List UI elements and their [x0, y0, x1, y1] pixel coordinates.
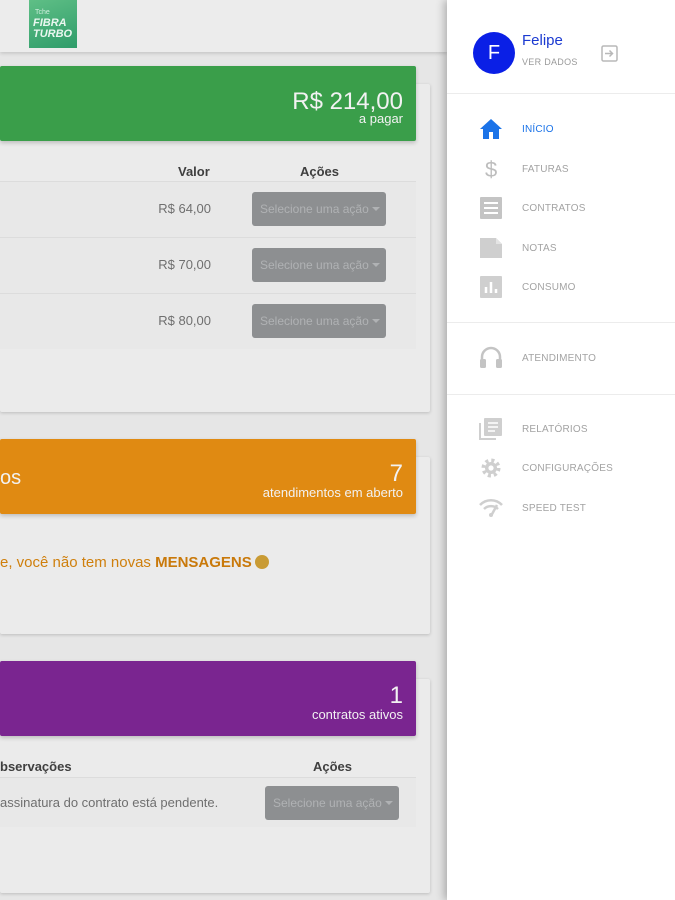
- nav-label: NOTAS: [522, 243, 557, 254]
- contratos-card: 1 contratos ativos bservações Ações assi…: [0, 661, 430, 893]
- logo-text-line3: TURBO: [33, 28, 73, 40]
- nav-label: RELATÓRIOS: [522, 424, 588, 435]
- note-icon: [480, 238, 502, 258]
- contratos-card-header: 1 contratos ativos: [0, 661, 416, 736]
- nav-item-atendimento[interactable]: ATENDIMENTO: [447, 340, 675, 376]
- nav-item-notas[interactable]: NOTAS: [447, 230, 675, 266]
- chevron-down-icon: [385, 801, 393, 805]
- faturas-amount-label: a pagar: [358, 111, 403, 126]
- reports-icon: [479, 418, 502, 440]
- drawer-divider: [447, 93, 675, 94]
- nav-label: INÍCIO: [522, 124, 554, 135]
- action-select[interactable]: Selecione uma ação: [252, 304, 386, 338]
- chevron-down-icon: [372, 319, 380, 323]
- atendimentos-card: os 7 atendimentos em aberto e, você não …: [0, 439, 430, 634]
- nav-label: CONFIGURAÇÕES: [522, 463, 613, 474]
- row-observacao: assinatura do contrato está pendente.: [0, 795, 219, 810]
- faturas-card-header: R$ 214,00 a pagar: [0, 66, 416, 141]
- svg-text:$: $: [485, 157, 497, 181]
- nav-item-relatorios[interactable]: RELATÓRIOS: [447, 411, 675, 447]
- action-select-label: Selecione uma ação: [260, 202, 369, 216]
- chevron-down-icon: [372, 263, 380, 267]
- atendimentos-card-header: os 7 atendimentos em aberto: [0, 439, 416, 514]
- nav-item-speed-test[interactable]: SPEED TEST: [447, 490, 675, 526]
- drawer-divider: [447, 322, 675, 323]
- wifi-speed-icon: [479, 498, 503, 517]
- chevron-down-icon: [372, 207, 380, 211]
- nav-label: CONSUMO: [522, 282, 576, 293]
- dollar-icon: $: [485, 157, 497, 181]
- nav-item-contratos[interactable]: CONTRATOS: [447, 190, 675, 226]
- chart-icon: [480, 276, 502, 298]
- drawer-divider: [447, 394, 675, 395]
- action-select[interactable]: Selecione uma ação: [265, 786, 399, 820]
- document-list-icon: [480, 197, 502, 219]
- table-row: assinatura do contrato está pendente. Se…: [0, 777, 416, 827]
- table-row: R$ 64,00 Selecione uma ação: [0, 181, 416, 237]
- column-header-valor: Valor: [178, 164, 210, 179]
- headset-icon: [480, 346, 502, 368]
- action-select[interactable]: Selecione uma ação: [252, 192, 386, 226]
- brand-logo[interactable]: Tche FIBRA TURBO: [29, 0, 77, 48]
- avatar[interactable]: F: [473, 32, 515, 74]
- user-name[interactable]: Felipe: [522, 32, 563, 49]
- atendimentos-title: os: [0, 467, 22, 489]
- view-profile-link[interactable]: VER DADOS: [522, 57, 578, 67]
- nav-label: SPEED TEST: [522, 503, 587, 514]
- row-valor: R$ 64,00: [158, 201, 211, 216]
- nav-label: CONTRATOS: [522, 203, 586, 214]
- messages-notice: e, você não tem novas MENSAGENS: [0, 554, 269, 571]
- column-header-observacoes: bservações: [0, 759, 72, 774]
- column-header-acoes: Ações: [313, 759, 353, 774]
- smile-emoji-icon: [254, 555, 269, 569]
- home-icon: [480, 119, 502, 139]
- gear-icon: [481, 458, 501, 478]
- action-select-label: Selecione uma ação: [260, 258, 369, 272]
- action-select-label: Selecione uma ação: [273, 796, 382, 810]
- nav-item-inicio[interactable]: INÍCIO: [447, 111, 675, 147]
- table-row: R$ 80,00 Selecione uma ação: [0, 293, 416, 349]
- row-valor: R$ 70,00: [158, 257, 211, 272]
- main-content: Tche FIBRA TURBO R$ 214,00 a pagar Valor…: [0, 0, 447, 900]
- atendimentos-count: 7: [389, 460, 403, 487]
- nav-item-configuracoes[interactable]: CONFIGURAÇÕES: [447, 450, 675, 486]
- logout-icon[interactable]: [601, 45, 618, 62]
- messages-notice-bold: MENSAGENS: [155, 554, 252, 571]
- contratos-count-label: contratos ativos: [311, 707, 403, 722]
- table-row: R$ 70,00 Selecione uma ação: [0, 237, 416, 293]
- action-select[interactable]: Selecione uma ação: [252, 248, 386, 282]
- navigation-drawer: F Felipe VER DADOS INÍCIO $ FATURAS CONT…: [447, 0, 675, 900]
- logo-text-line2: FIBRA: [33, 17, 67, 29]
- atendimentos-count-label: atendimentos em aberto: [262, 485, 403, 500]
- column-header-acoes: Ações: [300, 164, 340, 179]
- messages-notice-text: e, você não tem novas: [0, 554, 156, 571]
- nav-item-consumo[interactable]: CONSUMO: [447, 269, 675, 305]
- faturas-card: R$ 214,00 a pagar Valor Ações R$ 64,00 S…: [0, 66, 430, 412]
- contratos-count: 1: [389, 682, 403, 709]
- action-select-label: Selecione uma ação: [260, 314, 369, 328]
- row-valor: R$ 80,00: [158, 313, 211, 328]
- top-bar: Tche FIBRA TURBO: [0, 0, 447, 52]
- nav-label: FATURAS: [522, 164, 569, 175]
- nav-item-faturas[interactable]: $ FATURAS: [447, 151, 675, 187]
- nav-label: ATENDIMENTO: [522, 353, 597, 364]
